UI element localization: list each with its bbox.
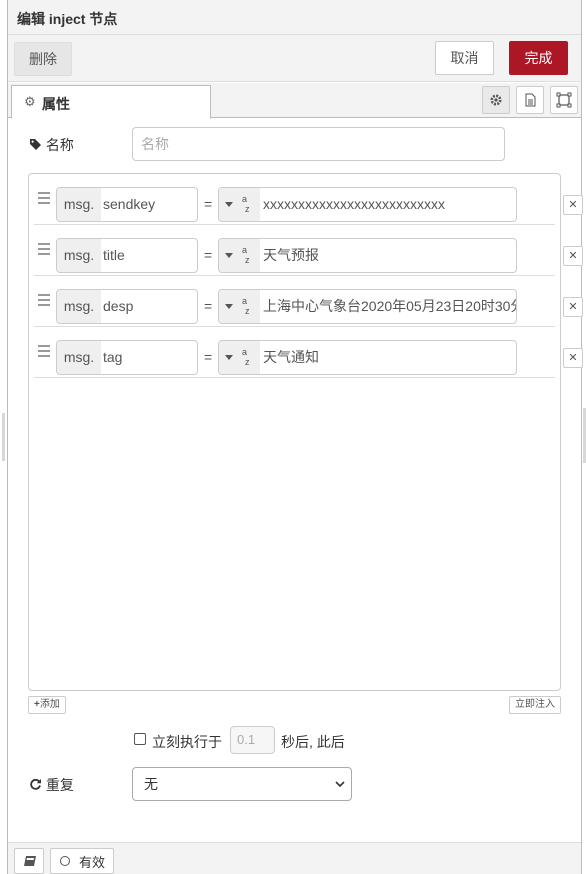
repeat-select-value: 无 [144, 776, 158, 792]
type-select-button[interactable]: az [219, 341, 260, 374]
toggle-circle-icon [60, 856, 70, 866]
property-value: 上海中心气象台2020年05月23日20时30分 [263, 298, 517, 314]
drag-handle-icon[interactable] [38, 243, 50, 255]
property-value-input[interactable]: az xxxxxxxxxxxxxxxxxxxxxxxxxx [218, 187, 517, 222]
book-icon [24, 856, 36, 866]
once-checkbox[interactable] [134, 733, 146, 745]
equals-sign: = [204, 196, 213, 212]
msg-prefix: msg. [57, 239, 101, 272]
once-suffix: 秒后, 此后 [281, 734, 345, 750]
gear-icon [490, 94, 502, 106]
tab-properties[interactable]: ⚙ 属性 [11, 85, 211, 119]
equals-sign: = [204, 349, 213, 365]
enabled-label: 有效 [79, 855, 106, 870]
done-button[interactable]: 完成 [509, 41, 568, 75]
appearance-icon [556, 92, 572, 108]
once-delay-input[interactable]: 0.1 [230, 726, 275, 754]
repeat-select[interactable]: 无 [132, 767, 352, 801]
remove-button[interactable]: ✕ [563, 195, 583, 215]
msg-prefix: msg. [57, 341, 101, 374]
edit-tray: 编辑 inject 节点 删除 取消 完成 ⚙ 属性 名称 名称 msg. se… [7, 0, 583, 874]
add-button[interactable]: +添加 [28, 696, 66, 714]
cancel-button[interactable]: 取消 [435, 41, 494, 75]
list-item: msg. title = az 天气预报 ✕ [34, 225, 583, 276]
description-icon [525, 93, 536, 107]
once-label: 立刻执行于 [152, 734, 222, 750]
repeat-label: 重复 [29, 775, 74, 795]
caret-down-icon [225, 304, 233, 309]
property-value: 天气预报 [263, 247, 319, 263]
tab-properties-label: 属性 [42, 96, 70, 112]
property-value-input[interactable]: az 天气预报 [218, 238, 517, 273]
equals-sign: = [204, 298, 213, 314]
tray-header: 编辑 inject 节点 [8, 0, 581, 35]
remove-button[interactable]: ✕ [563, 297, 583, 317]
tray-toolbar: 删除 取消 完成 [8, 35, 581, 82]
list-item: msg. desp = az 上海中心气象台2020年05月23日20时30分 … [34, 276, 583, 327]
property-value-input[interactable]: az 天气通知 [218, 340, 517, 375]
drag-handle-icon[interactable] [38, 345, 50, 357]
property-value: xxxxxxxxxxxxxxxxxxxxxxxxxx [263, 196, 445, 212]
gear-icon: ⚙ [24, 94, 36, 109]
property-key: sendkey [103, 196, 156, 212]
string-type-icon: az [242, 296, 250, 316]
property-value-input[interactable]: az 上海中心气象台2020年05月23日20时30分 [218, 289, 517, 324]
tag-icon [30, 139, 41, 150]
repeat-icon [30, 778, 41, 790]
inject-now-button[interactable]: 立即注入 [509, 696, 561, 714]
remove-button[interactable]: ✕ [563, 246, 583, 266]
name-input[interactable]: 名称 [132, 127, 505, 161]
type-select-button[interactable]: az [219, 239, 260, 272]
chevron-down-icon [335, 781, 345, 788]
equals-sign: = [204, 247, 213, 263]
drag-handle-icon[interactable] [38, 294, 50, 306]
property-key-input[interactable]: msg. desp [56, 289, 198, 324]
list-item: msg. tag = az 天气通知 ✕ [34, 327, 583, 378]
add-button-label: 添加 [39, 699, 60, 710]
repeat-label-text: 重复 [45, 777, 74, 793]
caret-down-icon [225, 202, 233, 207]
type-select-button[interactable]: az [219, 290, 260, 323]
drag-handle-icon[interactable] [38, 192, 50, 204]
node-help-button[interactable] [14, 848, 44, 874]
tray-footer: 有效 [8, 842, 581, 874]
string-type-icon: az [242, 245, 250, 265]
property-key: title [103, 247, 125, 263]
string-type-icon: az [242, 194, 250, 214]
tab-appearance[interactable] [550, 86, 578, 114]
type-select-button[interactable]: az [219, 188, 260, 221]
property-value: 天气通知 [263, 349, 319, 365]
property-key: tag [103, 349, 123, 365]
property-key: desp [103, 298, 134, 314]
resize-grip-left[interactable] [2, 413, 5, 461]
list-item: msg. sendkey = az xxxxxxxxxxxxxxxxxxxxxx… [34, 174, 583, 225]
property-list: msg. sendkey = az xxxxxxxxxxxxxxxxxxxxxx… [28, 173, 583, 691]
tray-title: 编辑 inject 节点 [17, 11, 118, 27]
remove-button[interactable]: ✕ [563, 348, 583, 368]
tab-bar: ⚙ 属性 [8, 83, 581, 119]
string-type-icon: az [242, 347, 250, 367]
property-key-input[interactable]: msg. sendkey [56, 187, 198, 222]
tab-settings[interactable] [482, 86, 510, 114]
property-key-input[interactable]: msg. tag [56, 340, 198, 375]
msg-prefix: msg. [57, 290, 101, 323]
delete-button[interactable]: 删除 [14, 42, 72, 76]
msg-prefix: msg. [57, 188, 101, 221]
name-label-text: 名称 [45, 137, 74, 153]
enabled-toggle[interactable]: 有效 [50, 848, 114, 874]
tab-description[interactable] [516, 86, 544, 114]
property-key-input[interactable]: msg. title [56, 238, 198, 273]
caret-down-icon [225, 253, 233, 258]
caret-down-icon [225, 355, 233, 360]
name-label: 名称 [29, 135, 74, 155]
